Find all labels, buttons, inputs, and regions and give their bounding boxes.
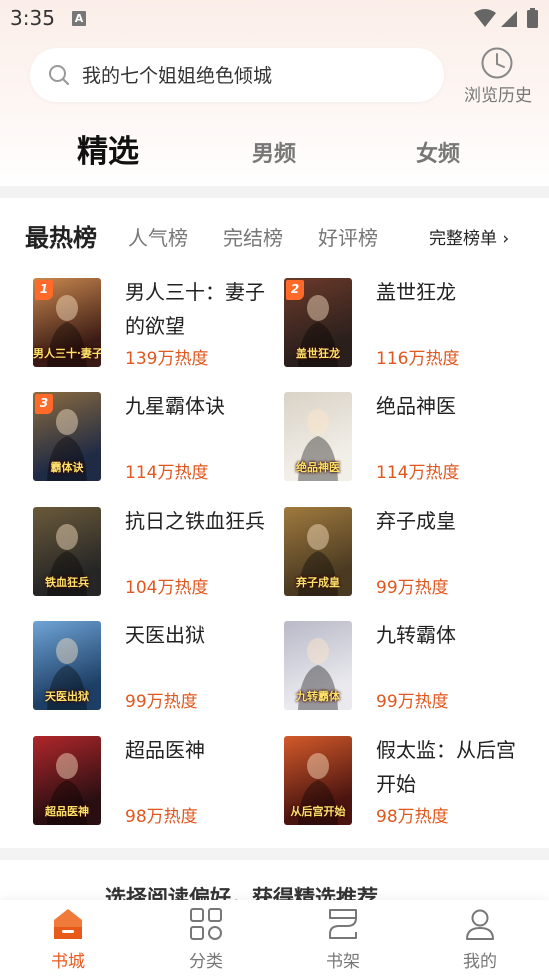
book-cover[interactable]: 九转霸体 <box>284 621 352 710</box>
signal-icon <box>501 11 517 27</box>
book-heat: 99万热度 <box>125 692 198 712</box>
battery-icon <box>527 10 538 28</box>
book-title[interactable]: 抗日之铁血狂兵 <box>125 504 270 538</box>
book-heat: 98万热度 <box>376 807 449 827</box>
notification-icon: A <box>72 11 86 26</box>
cover-title-text: 铁血狂兵 <box>45 576 89 589</box>
cover-title-text: 九转霸体 <box>296 690 340 703</box>
book-cover[interactable]: 霸体诀 3 <box>33 392 101 481</box>
book-heat: 114万热度 <box>125 463 209 483</box>
ranking-book-item[interactable]: 九转霸体 九转霸体 99万热度 <box>284 621 535 721</box>
nav-label-bookstore: 书城 <box>51 952 85 972</box>
clock-icon <box>481 47 513 79</box>
book-cover[interactable]: 男人三十·妻子的秘密 1 <box>33 278 101 367</box>
section-divider <box>0 848 549 860</box>
book-heat: 116万热度 <box>376 349 460 369</box>
book-cover[interactable]: 超品医神 <box>33 736 101 825</box>
book-cover[interactable]: 从后宫开始 <box>284 736 352 825</box>
ranking-book-item[interactable]: 弃子成皇 弃子成皇 99万热度 <box>284 507 535 607</box>
full-ranking-link[interactable]: 完整榜单 › <box>429 224 509 249</box>
ranking-book-item[interactable]: 霸体诀 3 九星霸体诀 114万热度 <box>33 392 284 492</box>
ranking-book-item[interactable]: 绝品神医 绝品神医 114万热度 <box>284 392 535 492</box>
nav-label-profile: 我的 <box>463 952 497 972</box>
cover-title-text: 超品医神 <box>45 805 89 818</box>
book-heat: 139万热度 <box>125 349 209 369</box>
nav-category[interactable]: 分类 <box>166 900 246 976</box>
book-cover[interactable]: 弃子成皇 <box>284 507 352 596</box>
book-heat: 99万热度 <box>376 692 449 712</box>
system-status-icons <box>474 8 538 28</box>
section-divider <box>0 186 549 198</box>
cover-title-text: 弃子成皇 <box>296 576 340 589</box>
ranking-book-item[interactable]: 铁血狂兵 抗日之铁血狂兵 104万热度 <box>33 507 284 607</box>
book-heat: 99万热度 <box>376 578 449 598</box>
status-time: 3:35 <box>10 6 55 30</box>
book-title[interactable]: 绝品神医 <box>376 389 521 423</box>
book-title[interactable]: 九星霸体诀 <box>125 389 270 423</box>
cover-title-text: 盖世狂龙 <box>296 347 340 360</box>
status-bar: 3:35 A <box>0 0 549 38</box>
search-bar[interactable]: 我的七个姐姐绝色倾城 <box>30 48 444 102</box>
ranking-book-item[interactable]: 天医出狱 天医出狱 99万热度 <box>33 621 284 721</box>
category-grid-icon <box>190 908 222 940</box>
rank-tab-completed[interactable]: 完结榜 <box>223 222 283 251</box>
rank-badge: 2 <box>286 280 304 300</box>
bookstore-icon <box>54 909 82 939</box>
wifi-icon <box>474 9 496 27</box>
ranking-title: 最热榜 <box>25 223 97 252</box>
book-heat: 104万热度 <box>125 578 209 598</box>
bookshelf-icon <box>329 909 357 939</box>
book-title[interactable]: 超品医神 <box>125 733 270 767</box>
rank-tab-rated[interactable]: 好评榜 <box>318 222 378 251</box>
book-cover[interactable]: 天医出狱 <box>33 621 101 710</box>
book-title[interactable]: 弃子成皇 <box>376 504 521 538</box>
book-cover[interactable]: 绝品神医 <box>284 392 352 481</box>
cover-title-text: 男人三十·妻子的秘密 <box>33 347 101 360</box>
book-cover[interactable]: 铁血狂兵 <box>33 507 101 596</box>
search-icon <box>49 65 70 86</box>
tab-male[interactable]: 男频 <box>252 136 296 168</box>
rank-badge: 1 <box>35 280 53 300</box>
nav-label-category: 分类 <box>189 952 223 972</box>
cover-title-text: 绝品神医 <box>296 461 340 474</box>
cover-title-text: 霸体诀 <box>50 461 84 474</box>
profile-icon <box>466 909 494 940</box>
rank-tab-popular[interactable]: 人气榜 <box>128 222 188 251</box>
history-label: 浏览历史 <box>464 86 532 106</box>
ranking-header: 最热榜 人气榜 完结榜 好评榜 完整榜单 › <box>0 200 549 264</box>
book-title[interactable]: 假太监：从后宫开始 <box>376 733 521 801</box>
tab-featured[interactable]: 精选 <box>77 126 139 171</box>
ranking-book-item[interactable]: 超品医神 超品医神 98万热度 <box>33 736 284 836</box>
tab-female[interactable]: 女频 <box>416 136 460 168</box>
book-title[interactable]: 九转霸体 <box>376 618 521 652</box>
book-title[interactable]: 盖世狂龙 <box>376 275 521 309</box>
ranking-book-item[interactable]: 男人三十·妻子的秘密 1 男人三十：妻子的欲望 139万热度 <box>33 278 284 378</box>
ranking-book-item[interactable]: 从后宫开始 假太监：从后宫开始 98万热度 <box>284 736 535 836</box>
nav-bookshelf[interactable]: 书架 <box>303 900 383 976</box>
nav-bookstore[interactable]: 书城 <box>28 900 108 976</box>
rank-badge: 3 <box>35 394 53 414</box>
history-button[interactable]: 浏览历史 <box>458 44 538 108</box>
book-cover[interactable]: 盖世狂龙 2 <box>284 278 352 367</box>
search-input[interactable]: 我的七个姐姐绝色倾城 <box>82 61 272 88</box>
book-heat: 114万热度 <box>376 463 460 483</box>
bottom-navigation: 书城 分类 书架 我的 <box>0 900 549 976</box>
cover-title-text: 从后宫开始 <box>290 805 346 818</box>
book-title[interactable]: 天医出狱 <box>125 618 270 652</box>
ranking-book-item[interactable]: 盖世狂龙 2 盖世狂龙 116万热度 <box>284 278 535 378</box>
book-title[interactable]: 男人三十：妻子的欲望 <box>125 275 270 343</box>
nav-label-bookshelf: 书架 <box>326 952 360 972</box>
cover-title-text: 天医出狱 <box>45 690 89 703</box>
book-heat: 98万热度 <box>125 807 198 827</box>
nav-profile[interactable]: 我的 <box>440 900 520 976</box>
